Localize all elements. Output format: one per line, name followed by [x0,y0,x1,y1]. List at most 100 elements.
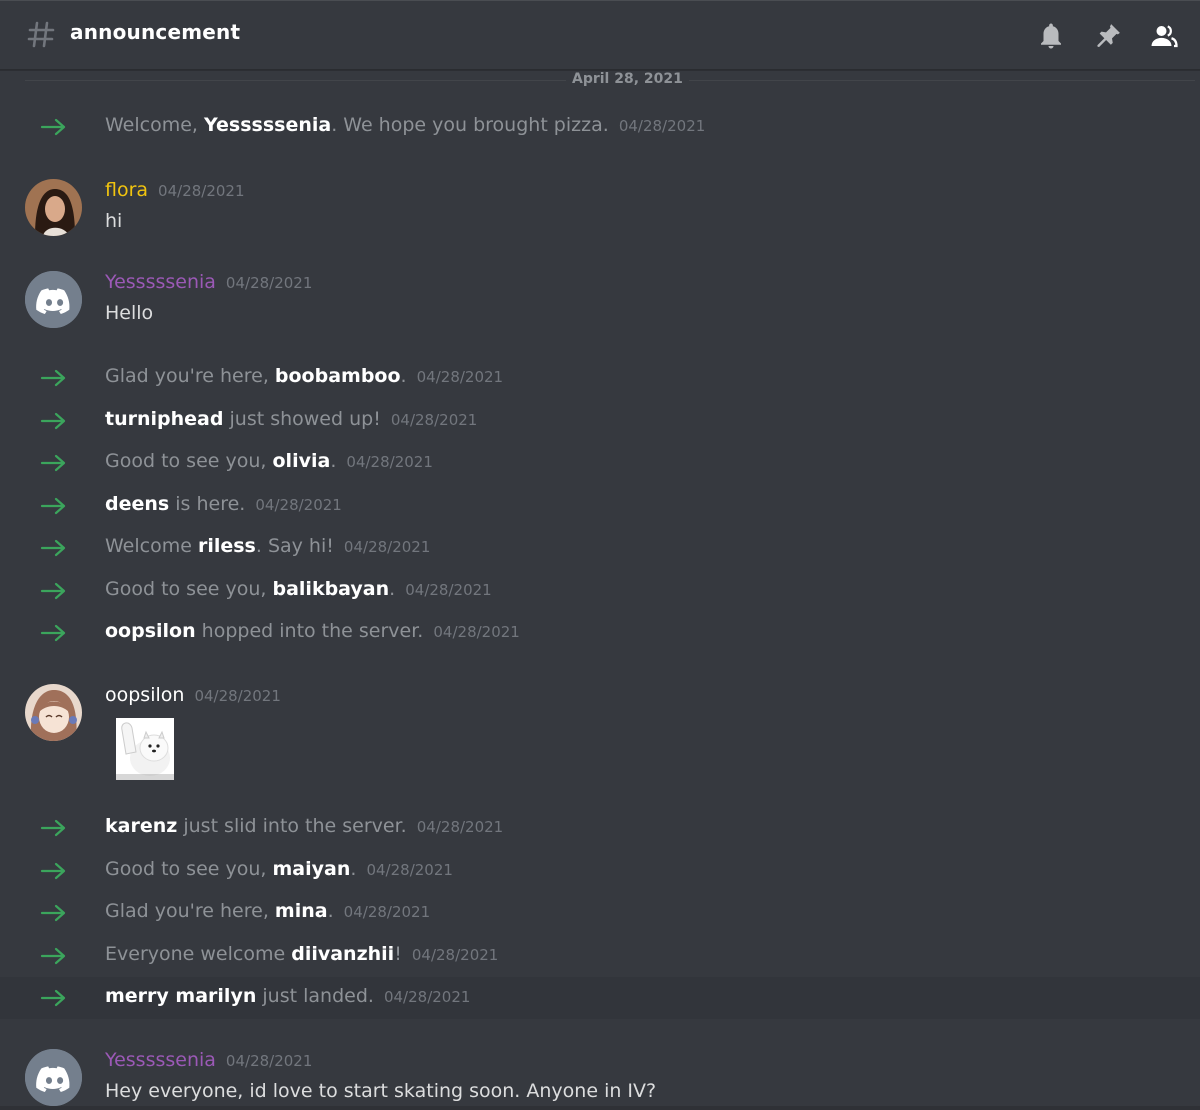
system-message: Good to see you, olivia. 04/28/2021 [0,442,1200,484]
join-arrow-icon [40,947,66,965]
timestamp: 04/28/2021 [411,946,499,964]
timestamp: 04/28/2021 [416,818,504,836]
username[interactable]: olivia [273,450,331,472]
message-text: . [400,365,407,387]
join-arrow-icon [40,904,66,922]
username[interactable]: diivanzhii [291,943,394,965]
join-arrow-icon [40,539,66,557]
username[interactable]: maiyan [273,858,351,880]
timestamp: 04/28/2021 [194,687,281,705]
system-message: Glad you're here, mina. 04/28/2021 [0,892,1200,934]
message-content: Hey everyone, id love to start skating s… [105,1080,657,1102]
timestamp: 04/28/2021 [346,453,433,471]
join-arrow-icon [40,412,66,430]
avatar[interactable] [25,271,82,328]
message-text: Everyone welcome [105,943,292,965]
pin-icon[interactable] [1093,21,1123,51]
username[interactable]: Yesssssenia [204,114,331,136]
username[interactable]: Yesssssenia [105,271,216,293]
message-text: . Say hi! [255,535,334,557]
message-text: . [330,450,337,472]
bell-icon[interactable] [1036,21,1066,51]
message-text: just slid into the server. [177,815,407,837]
username[interactable]: oopsilon [105,684,184,706]
system-message: Glad you're here, boobamboo. 04/28/2021 [0,357,1200,399]
message-text: Good to see you, [105,578,273,600]
timestamp: 04/28/2021 [366,861,453,879]
username[interactable]: balikbayan [273,578,390,600]
timestamp: 04/28/2021 [343,903,431,921]
members-icon[interactable] [1149,21,1179,51]
avatar[interactable] [25,179,82,236]
chat-message: Yesssssenia 04/28/2021 Hey everyone, id l… [0,1049,1200,1106]
join-arrow-icon [40,989,66,1007]
system-message: Good to see you, maiyan. 04/28/2021 [0,850,1200,892]
hash-icon [27,21,55,48]
timestamp: 04/28/2021 [383,988,471,1006]
system-message: Good to see you, balikbayan. 04/28/2021 [0,570,1200,612]
timestamp: 04/28/2021 [433,623,520,641]
join-arrow-icon [40,624,66,642]
timestamp: 04/28/2021 [343,538,431,556]
message-text: Welcome [105,535,198,557]
timestamp: 04/28/2021 [225,1052,313,1070]
discord-logo-icon [25,271,82,328]
chat-message: Yesssssenia 04/28/2021 Hello [0,271,1200,331]
timestamp: 04/28/2021 [225,274,313,292]
system-message: oopsilon hopped into the server. 04/28/2… [0,612,1200,654]
username[interactable]: merry marilyn [105,985,256,1007]
chat-message: flora 04/28/2021 hi [0,179,1200,239]
join-arrow-icon [40,118,66,136]
message-text: just showed up! [223,408,381,430]
system-message: Everyone welcome diivanzhii! 04/28/2021 [0,935,1200,977]
join-arrow-icon [40,369,66,387]
message-text: Welcome, [105,114,204,136]
system-message: Welcome riless. Say hi! 04/28/2021 [0,527,1200,569]
username[interactable]: turniphead [105,408,223,430]
system-message: karenz just slid into the server. 04/28/… [0,807,1200,849]
username[interactable]: Yesssssenia [105,1049,216,1071]
username[interactable]: mina [275,900,328,922]
chat-message: oopsilon 04/28/2021 [0,684,1200,784]
channel-name: announcement [70,20,241,44]
message-text: is here. [169,493,246,515]
timestamp: 04/28/2021 [618,117,706,135]
discord-logo-icon [25,1049,82,1106]
system-message: Welcome, Yesssssenia. We hope you brough… [0,106,1200,148]
system-message: deens is here. 04/28/2021 [0,485,1200,527]
username[interactable]: riless [198,535,256,557]
message-text: ! [394,943,402,965]
message-text: . [389,578,396,600]
join-arrow-icon [40,497,66,515]
timestamp: 04/28/2021 [255,496,342,514]
message-text: Glad you're here, [105,900,275,922]
join-arrow-icon [40,454,66,472]
username[interactable]: karenz [105,815,177,837]
message-text: hopped into the server. [195,620,424,642]
join-arrow-icon [40,819,66,837]
avatar[interactable] [25,1049,82,1106]
username[interactable]: boobamboo [275,365,401,387]
waving-dog-sticker[interactable] [116,718,174,780]
system-message: merry marilyn just landed. 04/28/2021 [0,977,1200,1019]
timestamp: 04/28/2021 [158,182,245,200]
timestamp: 04/28/2021 [416,368,504,386]
timestamp: 04/28/2021 [405,581,492,599]
username[interactable]: oopsilon [105,620,196,642]
message-text: . We hope you brought pizza. [331,114,609,136]
date-divider: April 28, 2021 [566,71,689,87]
message-content: Hello [105,302,154,324]
username[interactable]: deens [105,493,169,515]
message-content: hi [105,210,123,232]
message-text: Good to see you, [105,858,273,880]
join-arrow-icon [40,582,66,600]
channel-header: announcement [0,0,1200,70]
message-text: . [327,900,334,922]
username[interactable]: flora [105,179,148,201]
message-text: Glad you're here, [105,365,275,387]
avatar[interactable] [25,684,82,741]
timestamp: 04/28/2021 [390,411,478,429]
join-arrow-icon [40,862,66,880]
message-text: just landed. [256,985,374,1007]
message-text: . [350,858,357,880]
